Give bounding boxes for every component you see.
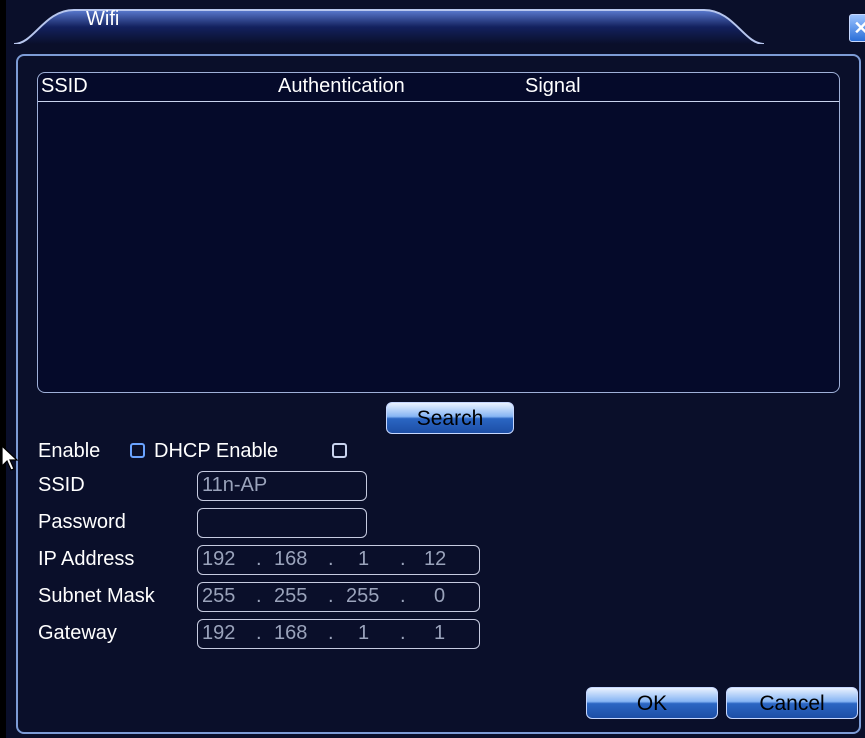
mask-separator: . (400, 585, 406, 607)
gateway-octet-2[interactable]: 168 (274, 622, 307, 645)
ssid-input[interactable]: 11n-AP (197, 471, 367, 501)
gateway-octet-1[interactable]: 192 (202, 622, 235, 645)
close-button[interactable]: ✕ (849, 14, 865, 42)
enable-label: Enable (38, 440, 101, 462)
dhcp-enable-label: DHCP Enable (154, 440, 279, 462)
mouse-pointer-icon (1, 444, 19, 471)
ip-octet-4[interactable]: 12 (424, 548, 446, 571)
ip-address-input[interactable]: 192 . 168 . 1 . 12 (197, 545, 480, 575)
subnet-mask-label: Subnet Mask (38, 585, 155, 607)
title-tab-shape (14, 9, 764, 44)
mask-octet-2[interactable]: 255 (274, 585, 307, 608)
password-label: Password (38, 511, 126, 533)
mask-octet-1[interactable]: 255 (202, 585, 235, 608)
password-input[interactable] (197, 508, 367, 538)
cancel-button-label: Cancel (759, 692, 825, 715)
ip-octet-1[interactable]: 192 (202, 548, 235, 571)
subnet-mask-input[interactable]: 255 . 255 . 255 . 0 (197, 582, 480, 612)
enable-checkbox[interactable] (130, 443, 145, 458)
ip-octet-2[interactable]: 168 (274, 548, 307, 571)
column-header-signal[interactable]: Signal (525, 75, 581, 98)
gateway-separator: . (256, 622, 262, 644)
mask-octet-3[interactable]: 255 (346, 585, 379, 608)
ssid-value: 11n-AP (202, 474, 268, 496)
list-header: SSID Authentication Signal (38, 73, 839, 102)
mask-separator: . (256, 585, 262, 607)
close-icon: ✕ (853, 17, 865, 38)
search-button-label: Search (416, 407, 484, 430)
dhcp-enable-checkbox[interactable] (332, 443, 347, 458)
mask-octet-4[interactable]: 0 (434, 585, 445, 608)
ssid-label: SSID (38, 474, 85, 496)
mask-separator: . (328, 585, 334, 607)
title-bar: Wifi ✕ (6, 0, 865, 44)
ip-octet-3[interactable]: 1 (358, 548, 369, 571)
gateway-octet-4[interactable]: 1 (434, 622, 445, 645)
gateway-label: Gateway (38, 622, 117, 644)
wifi-dialog: Wifi ✕ SSID Authentication Signal Search… (6, 0, 865, 738)
ip-separator: . (400, 548, 406, 570)
cancel-button[interactable]: Cancel (726, 687, 858, 719)
window-title: Wifi (86, 8, 120, 30)
network-list[interactable]: SSID Authentication Signal (37, 72, 840, 393)
ip-separator: . (328, 548, 334, 570)
ok-button-label: OK (636, 692, 668, 715)
ok-button[interactable]: OK (586, 687, 718, 719)
ip-address-label: IP Address (38, 548, 135, 570)
column-header-authentication[interactable]: Authentication (278, 75, 405, 98)
ip-separator: . (256, 548, 262, 570)
column-header-ssid[interactable]: SSID (41, 75, 88, 98)
gateway-input[interactable]: 192 . 168 . 1 . 1 (197, 619, 480, 649)
gateway-octet-3[interactable]: 1 (358, 622, 369, 645)
gateway-separator: . (400, 622, 406, 644)
search-button[interactable]: Search (386, 402, 514, 434)
gateway-separator: . (328, 622, 334, 644)
